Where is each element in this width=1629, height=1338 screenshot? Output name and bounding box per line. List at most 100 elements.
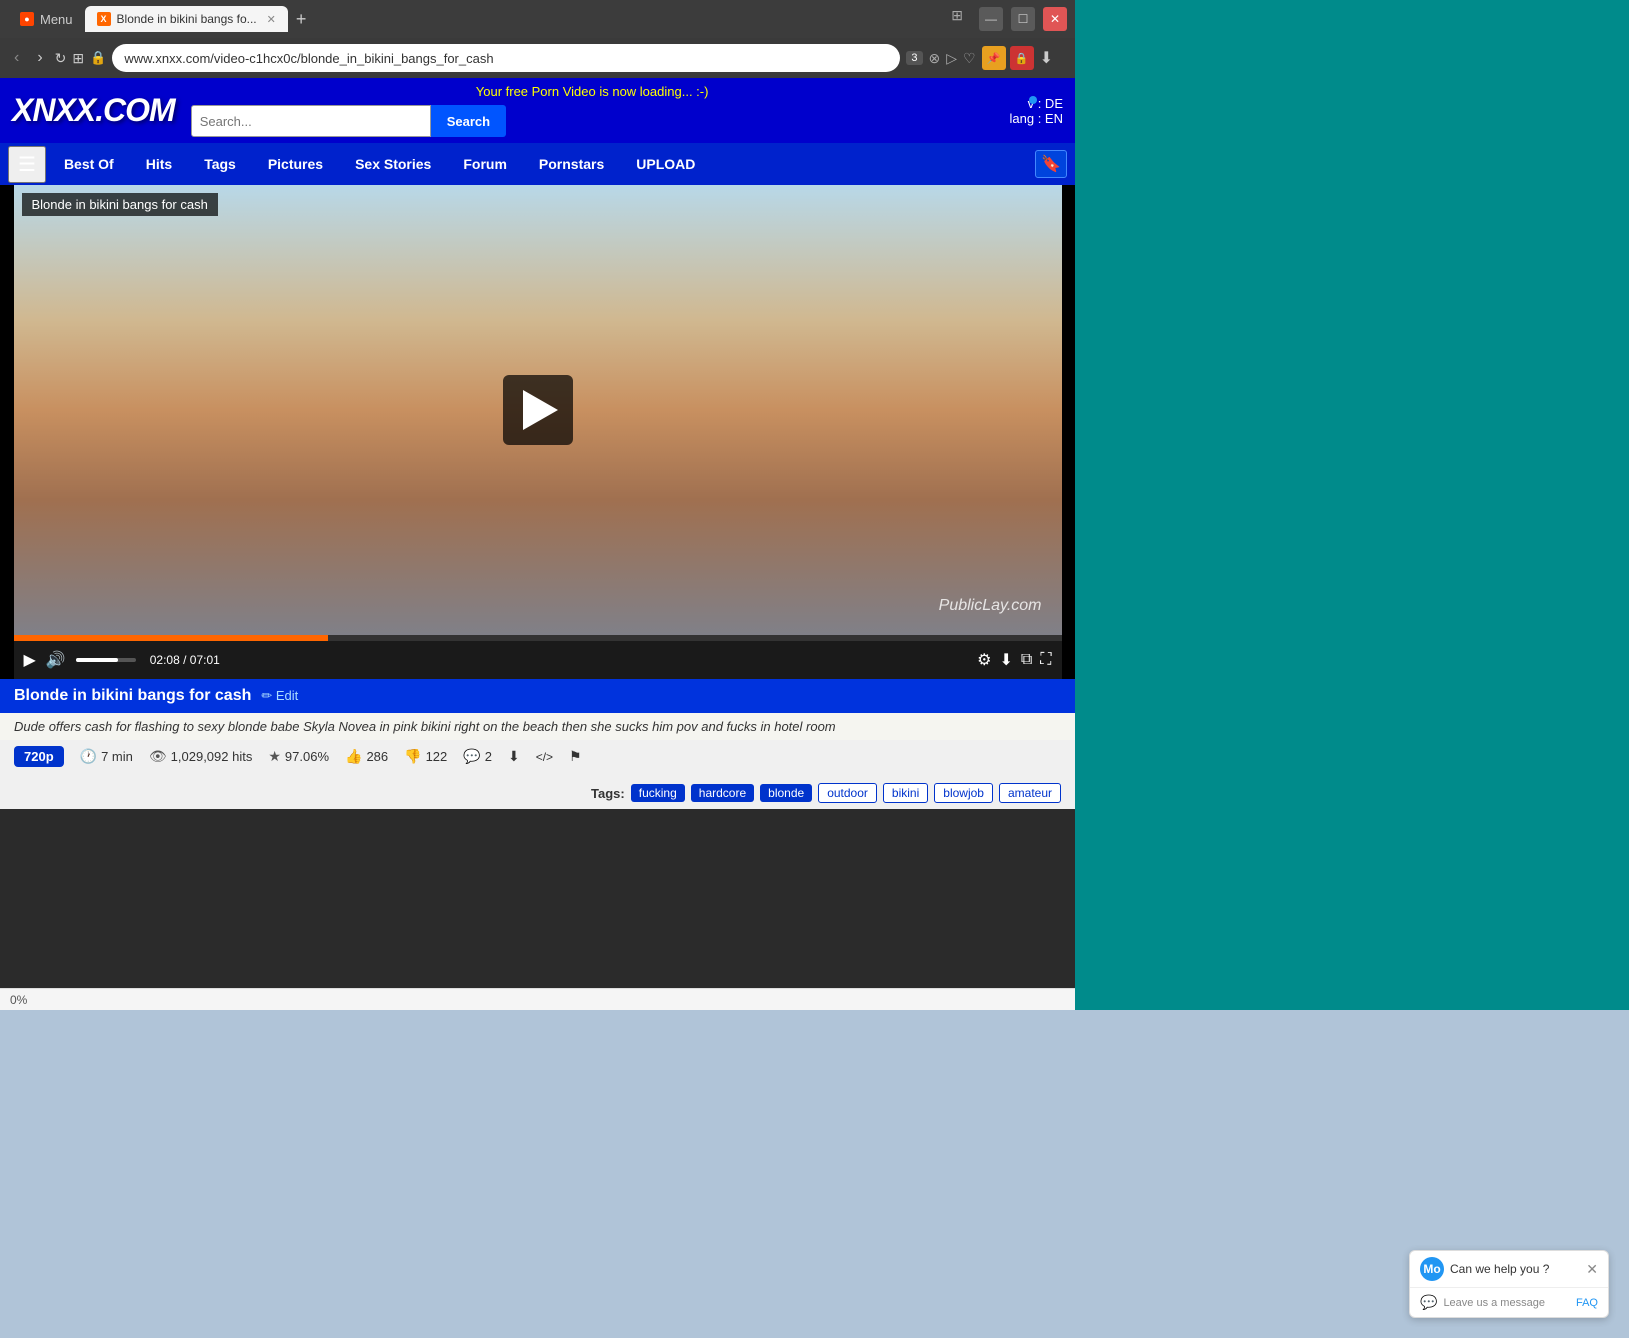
rating-value: 97.06% bbox=[285, 749, 329, 764]
video-title-main: Blonde in bikini bangs for cash bbox=[14, 687, 251, 705]
comments-value: 2 bbox=[485, 749, 492, 764]
tab-video[interactable]: X Blonde in bikini bangs fo... ✕ bbox=[85, 6, 288, 32]
faq-link[interactable]: FAQ bbox=[1576, 1297, 1598, 1309]
favorite-icon[interactable]: ♡ bbox=[963, 50, 976, 67]
tag-amateur[interactable]: amateur bbox=[999, 783, 1061, 803]
refresh-button[interactable]: ↻ bbox=[55, 50, 67, 67]
forward-button[interactable]: › bbox=[31, 47, 48, 69]
minimize-button[interactable]: — bbox=[979, 7, 1003, 31]
flag-button[interactable]: ⚑ bbox=[569, 748, 582, 765]
video-watermark: PublicLay.com bbox=[939, 597, 1042, 615]
duration-value: 7 min bbox=[101, 749, 133, 764]
close-button[interactable]: ✕ bbox=[1043, 7, 1067, 31]
loading-text: Your free Porn Video is now loading... :… bbox=[191, 84, 994, 99]
title-bar: ● Menu X Blonde in bikini bangs fo... ✕ … bbox=[0, 0, 1075, 38]
download-stat-button[interactable]: ⬇ bbox=[508, 748, 520, 765]
new-tab-button[interactable]: + bbox=[288, 9, 315, 30]
notification-badge: 3 bbox=[906, 51, 922, 65]
nav-pictures[interactable]: Pictures bbox=[254, 150, 337, 178]
ext-btn-1[interactable]: 📌 bbox=[982, 46, 1006, 70]
views-stat: 👁 1,029,092 hits bbox=[149, 748, 252, 765]
tab-video-label: Blonde in bikini bangs fo... bbox=[117, 12, 257, 26]
nav-forum[interactable]: Forum bbox=[449, 150, 521, 178]
tab-menu[interactable]: ● Menu bbox=[8, 6, 85, 33]
nav-best-of[interactable]: Best Of bbox=[50, 150, 128, 178]
nav-sex-stories[interactable]: Sex Stories bbox=[341, 150, 445, 178]
tag-blonde[interactable]: blonde bbox=[760, 784, 812, 802]
resolution-badge: 720p bbox=[14, 746, 64, 767]
comments-stat[interactable]: 💬 2 bbox=[463, 748, 492, 765]
bookmark-button[interactable]: 🔖 bbox=[1035, 150, 1067, 178]
nav-upload[interactable]: UPLOAD bbox=[622, 150, 709, 178]
ext-btn-2[interactable]: 🔒 bbox=[1010, 46, 1034, 70]
volume-fill bbox=[76, 658, 118, 662]
tag-bikini[interactable]: bikini bbox=[883, 783, 928, 803]
logo-dot: . bbox=[95, 92, 103, 128]
volume-slider[interactable] bbox=[76, 658, 136, 662]
nav-tags[interactable]: Tags bbox=[190, 150, 250, 178]
edit-button[interactable]: ✏ Edit bbox=[261, 688, 298, 704]
time-current: 02:08 bbox=[150, 653, 180, 667]
notification-dot bbox=[1029, 96, 1037, 104]
logo-text: XNXX bbox=[12, 92, 95, 128]
logo-com: COM bbox=[103, 92, 175, 128]
address-input[interactable] bbox=[112, 44, 900, 72]
chat-title: Can we help you ? bbox=[1450, 1262, 1580, 1276]
status-progress: 0% bbox=[10, 993, 27, 1007]
likes-stat[interactable]: 👍 286 bbox=[345, 748, 388, 765]
video-container: Blonde in bikini bangs for cash PublicLa… bbox=[14, 185, 1062, 679]
nav-pornstars[interactable]: Pornstars bbox=[525, 150, 618, 178]
tab-close-button[interactable]: ✕ bbox=[267, 13, 276, 26]
time-display: 02:08 / 07:01 bbox=[150, 653, 220, 667]
volume-button[interactable]: 🔊 bbox=[46, 650, 66, 670]
dislikes-stat[interactable]: 👎 122 bbox=[404, 748, 447, 765]
desktop-bg-main bbox=[0, 1010, 1629, 1338]
chat-header: Mo Can we help you ? ✕ bbox=[1410, 1251, 1608, 1288]
chat-footer: 💬 Leave us a message FAQ bbox=[1410, 1288, 1608, 1317]
fullscreen-button[interactable]: ⛶ bbox=[1040, 650, 1051, 670]
hamburger-button[interactable]: ☰ bbox=[8, 146, 46, 183]
lang-label: lang : EN bbox=[1010, 111, 1063, 126]
back-button[interactable]: ‹ bbox=[8, 47, 25, 69]
play-button[interactable] bbox=[503, 375, 573, 445]
nav-hits[interactable]: Hits bbox=[132, 150, 186, 178]
play-pause-button[interactable]: ▶ bbox=[24, 650, 36, 670]
tag-outdoor[interactable]: outdoor bbox=[818, 783, 877, 803]
tab-menu-label: Menu bbox=[40, 12, 73, 27]
header-center: Your free Porn Video is now loading... :… bbox=[191, 84, 994, 137]
chat-close-button[interactable]: ✕ bbox=[1586, 1261, 1598, 1278]
search-button[interactable]: Search bbox=[431, 105, 506, 137]
address-bar-icons: ⊗ ▷ ♡ bbox=[929, 50, 976, 67]
settings-button[interactable]: ⚙ bbox=[977, 650, 991, 670]
star-stat-icon: ★ bbox=[268, 748, 281, 765]
tag-hardcore[interactable]: hardcore bbox=[691, 784, 754, 802]
window-controls: ⊞ — ☐ ✕ bbox=[951, 7, 1067, 31]
rating-stat: ★ 97.06% bbox=[268, 748, 329, 765]
dislikes-value: 122 bbox=[426, 749, 448, 764]
tag-fucking[interactable]: fucking bbox=[631, 784, 685, 802]
clock-icon: 🕐 bbox=[80, 748, 97, 765]
download-video-button[interactable]: ⬇ bbox=[999, 650, 1012, 670]
tag-blowjob[interactable]: blowjob bbox=[934, 783, 993, 803]
embed-button[interactable]: </> bbox=[536, 750, 553, 764]
grid-view-button[interactable]: ⊞ bbox=[72, 50, 84, 67]
menu-favicon: ● bbox=[20, 12, 34, 26]
download-button[interactable]: ⬇ bbox=[1040, 48, 1053, 68]
pip-button[interactable]: ⧉ bbox=[1021, 650, 1032, 670]
progress-bar[interactable] bbox=[14, 635, 1062, 641]
thumbs-up-icon: 👍 bbox=[345, 748, 362, 765]
tags-label: Tags: bbox=[591, 786, 625, 801]
maximize-button[interactable]: ☐ bbox=[1011, 7, 1035, 31]
likes-value: 286 bbox=[366, 749, 388, 764]
leave-message-label[interactable]: Leave us a message bbox=[1443, 1297, 1545, 1309]
tags-section: Tags: fucking hardcore blonde outdoor bi… bbox=[591, 783, 1061, 803]
views-value: 1,029,092 hits bbox=[171, 749, 253, 764]
tab-bar: ● Menu X Blonde in bikini bangs fo... ✕ … bbox=[8, 0, 314, 38]
progress-fill bbox=[14, 635, 328, 641]
search-input[interactable] bbox=[191, 105, 431, 137]
chat-logo-icon: Mo bbox=[1420, 1257, 1444, 1281]
extension-icons: 📌 🔒 bbox=[982, 46, 1034, 70]
forward-icon: ▷ bbox=[946, 50, 957, 67]
search-row: Search bbox=[191, 105, 994, 137]
video-thumbnail[interactable]: PublicLay.com bbox=[14, 185, 1062, 635]
